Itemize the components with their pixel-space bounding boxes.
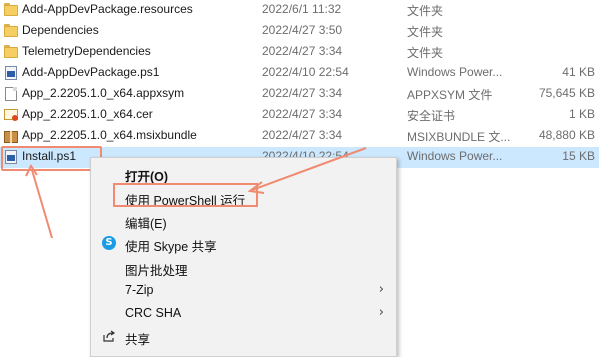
menu-item-label: 7-Zip (125, 283, 154, 297)
share-icon (102, 329, 116, 343)
file-date: 2022/4/27 3:34 (262, 44, 343, 58)
file-name: Dependencies (22, 23, 99, 37)
menu-item-share[interactable]: 共享 (91, 324, 396, 348)
menu-item-label: 使用 Skype 共享 (125, 240, 217, 254)
menu-item-label: 编辑(E) (125, 217, 167, 231)
menu-item-batch-image[interactable]: 图片批处理 (91, 255, 396, 279)
file-name: App_2.2205.1.0_x64.cer (22, 107, 153, 121)
file-name: Add-AppDevPackage.resources (22, 2, 193, 16)
file-row[interactable]: App_2.2205.1.0_x64.cer 2022/4/27 3:34 安全… (0, 105, 599, 126)
file-row[interactable]: Add-AppDevPackage.ps1 2022/4/10 22:54 Wi… (0, 63, 599, 84)
chevron-right-icon: › (378, 282, 384, 297)
file-date: 2022/4/10 22:54 (262, 65, 349, 79)
folder-icon (4, 24, 18, 38)
file-size: 15 KB (562, 149, 595, 163)
menu-item-crc-sha[interactable]: CRC SHA › (91, 301, 396, 325)
file-type: Windows Power... (407, 149, 503, 163)
file-row[interactable]: Add-AppDevPackage.resources 2022/6/1 11:… (0, 0, 599, 21)
menu-item-edit[interactable]: 编辑(E) (91, 208, 396, 232)
file-name: App_2.2205.1.0_x64.appxsym (22, 86, 185, 100)
skype-icon: S (102, 236, 116, 250)
chevron-right-icon: › (378, 305, 384, 320)
file-size: 75,645 KB (538, 86, 595, 100)
package-icon (4, 129, 18, 143)
file-date: 2022/4/27 3:34 (262, 107, 343, 121)
file-row[interactable]: App_2.2205.1.0_x64.appxsym 2022/4/27 3:3… (0, 84, 599, 105)
menu-item-label: CRC SHA (125, 306, 182, 320)
file-name: App_2.2205.1.0_x64.msixbundle (22, 128, 197, 142)
file-type: APPXSYM 文件 (407, 88, 493, 102)
file-name: TelemetryDependencies (22, 44, 151, 58)
file-date: 2022/4/27 3:34 (262, 128, 343, 142)
file-date: 2022/6/1 11:32 (262, 2, 342, 16)
file-type: MSIXBUNDLE 文... (407, 130, 511, 144)
file-row[interactable]: TelemetryDependencies 2022/4/27 3:34 文件夹 (0, 42, 599, 63)
file-size: 41 KB (562, 65, 595, 79)
menu-item-open[interactable]: 打开(O) (91, 161, 396, 185)
powershell-script-icon (4, 66, 18, 80)
file-row[interactable]: Dependencies 2022/4/27 3:50 文件夹 (0, 21, 599, 42)
file-size: 48,880 KB (538, 128, 595, 142)
folder-icon (4, 3, 18, 17)
document-icon (4, 87, 18, 101)
file-highlight-annotation (1, 146, 102, 171)
file-name: Add-AppDevPackage.ps1 (22, 65, 160, 79)
file-type: 文件夹 (407, 25, 444, 39)
file-type: 安全证书 (407, 109, 456, 123)
file-row[interactable]: App_2.2205.1.0_x64.msixbundle 2022/4/27 … (0, 126, 599, 147)
menu-item-label: 图片批处理 (125, 264, 188, 278)
file-size: 1 KB (568, 107, 595, 121)
file-date: 2022/4/27 3:50 (262, 23, 343, 37)
file-type: 文件夹 (407, 46, 444, 60)
file-type: 文件夹 (407, 4, 444, 18)
arrow-to-file (31, 169, 53, 239)
file-type: Windows Power... (407, 65, 503, 79)
menu-item-7zip[interactable]: 7-Zip › (91, 278, 396, 302)
menu-highlight-annotation (113, 183, 258, 207)
folder-icon (4, 45, 18, 59)
file-date: 2022/4/27 3:34 (262, 86, 343, 100)
certificate-icon (4, 108, 18, 122)
menu-item-label: 共享 (125, 333, 151, 347)
menu-item-skype-share[interactable]: S 使用 Skype 共享 (91, 231, 396, 255)
